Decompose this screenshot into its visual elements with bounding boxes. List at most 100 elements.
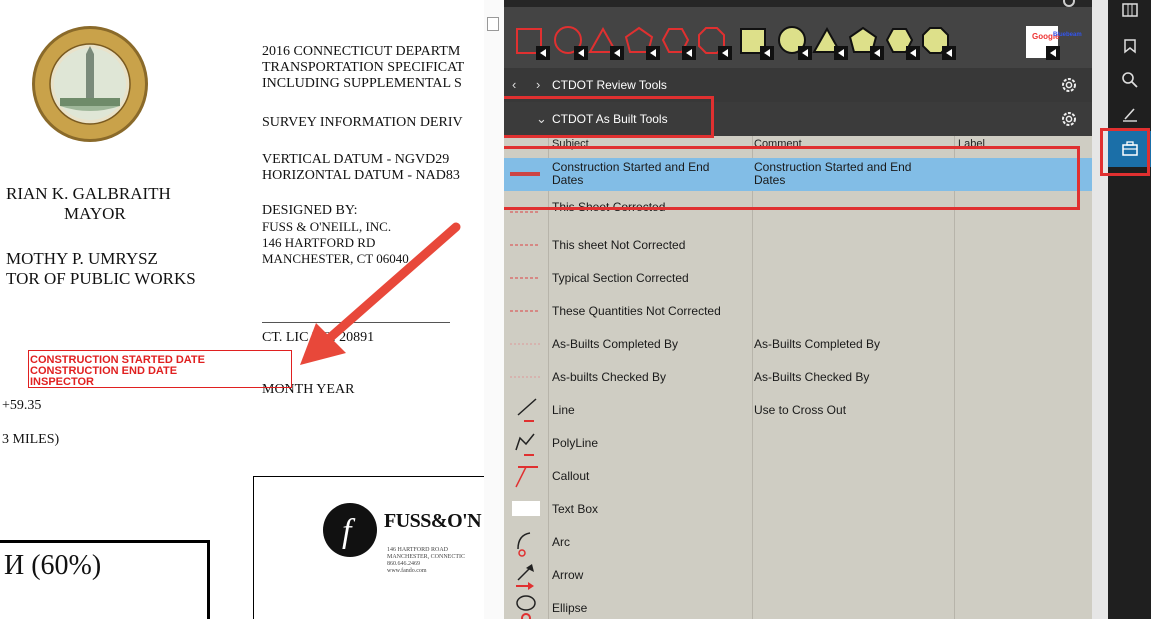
column-header-subject[interactable]: Subject [552,138,589,150]
bluebeam-label: Bluebeam [1053,32,1082,38]
table-row[interactable]: These Quantities Not Corrected [504,294,1092,327]
review-tools-label: CTDOT Review Tools [552,78,667,92]
triangle-stamp-icon[interactable] [588,24,624,60]
triangle-filled-stamp-dropdown[interactable] [834,46,848,60]
table-row[interactable]: As-Builts Completed By As-Builts Complet… [504,327,1092,360]
table-row[interactable]: Arc [504,525,1092,558]
column-header-label[interactable]: Label [958,138,985,150]
tool-chest-panel: Google Bluebeam ‹ › CTDOT Review Tools ⌄… [504,0,1092,619]
gear-icon[interactable] [1060,76,1078,94]
mayor-title: MAYOR [64,204,126,223]
faint-line-preview-icon [510,376,540,378]
octagon-stamp-dropdown[interactable] [718,46,732,60]
tools-table: Subject Comment Label Construction Start… [504,136,1092,619]
row-comment: As-Builts Completed By [754,337,881,351]
table-row[interactable]: As-builts Checked By As-Builts Checked B… [504,360,1092,393]
firm-phone: 860.646.2469 [387,561,420,567]
spec-line-2: TRANSPORTATION SPECIFICAT [262,60,465,75]
pentagon-filled-stamp-icon[interactable] [848,24,884,60]
hexagon-filled-stamp-icon[interactable] [884,24,920,60]
table-row[interactable]: This Sheet Corrected [504,195,1092,228]
hexagon-stamp-dropdown[interactable] [682,46,696,60]
sidebar-gutter [1092,0,1108,619]
firm-name: FUSS&O'N [384,510,482,532]
toolbox-icon[interactable] [1108,131,1151,167]
hexagon-stamp-icon[interactable] [660,24,696,60]
text-box-tool-icon [512,501,540,516]
octagon-stamp-icon[interactable] [696,24,732,60]
table-row[interactable]: PolyLine [504,426,1092,459]
row-subject: PolyLine [552,436,599,450]
percent-complete-text: И (60%) [4,550,102,581]
table-row[interactable]: Construction Started and End Dates Const… [504,158,1092,191]
pen-icon[interactable] [1108,96,1151,132]
octagon-filled-stamp-icon[interactable] [920,24,956,60]
dashed-line-preview-icon [510,244,540,246]
row-subject: Text Box [552,502,599,516]
table-row[interactable]: Typical Section Corrected [504,261,1092,294]
arc-tool-icon [517,532,531,557]
pentagon-stamp-icon[interactable] [624,24,660,60]
google-bluebeam-stamp-icon[interactable] [1024,24,1060,60]
triangle-stamp-dropdown[interactable] [610,46,624,60]
as-built-tools-label: CTDOT As Built Tools [552,112,668,126]
inspector-text: INSPECTOR [30,376,94,388]
rectangle-stamp-icon[interactable] [514,24,550,60]
table-row[interactable]: Arrow [504,558,1092,591]
link-stamp-dropdown[interactable] [1046,46,1060,60]
line-tool-icon [517,398,537,422]
firm-address-2: MANCHESTER, CONNECTIC [387,554,466,560]
table-row[interactable]: Callout [504,459,1092,492]
octagon-filled-stamp-dropdown[interactable] [942,46,956,60]
table-header: Subject Comment Label [504,136,1092,150]
firm-address-1: 146 HARTFORD ROAD [387,547,448,553]
city-seal-logo [32,26,148,142]
bookmark-icon[interactable] [1108,28,1151,64]
search-icon[interactable] [1108,62,1151,98]
circle-stamp-icon[interactable] [552,24,588,60]
circle-filled-stamp-icon[interactable] [776,24,812,60]
miles-text: 3 MILES) [2,432,60,447]
row-subject: This Sheet Corrected [552,200,666,214]
spec-line-3: INCLUDING SUPPLEMENTAL S [262,76,462,91]
chevron-left-icon[interactable]: ‹ [512,77,516,92]
pentagon-filled-stamp-dropdown[interactable] [870,46,884,60]
circle-filled-stamp-dropdown[interactable] [798,46,812,60]
right-sidebar [1100,0,1151,619]
as-built-tools-section[interactable]: ⌄ CTDOT As Built Tools [504,102,1092,136]
dashed-line-preview-icon [510,277,540,279]
table-row[interactable]: Ellipse [504,591,1092,619]
circle-stamp-dropdown[interactable] [574,46,588,60]
table-row[interactable]: This sheet Not Corrected [504,228,1092,261]
chevron-down-icon[interactable]: ⌄ [536,111,547,127]
review-tools-section[interactable]: ‹ › CTDOT Review Tools [504,68,1092,102]
rectangle-stamp-dropdown[interactable] [536,46,550,60]
rectangle-filled-stamp-dropdown[interactable] [760,46,774,60]
pentagon-stamp-dropdown[interactable] [646,46,660,60]
row-subject: Callout [552,469,590,483]
public-works-title: TOR OF PUBLIC WORKS [6,269,196,288]
triangle-filled-stamp-icon[interactable] [812,24,848,60]
hexagon-filled-stamp-dropdown[interactable] [906,46,920,60]
ellipse-tool-icon [516,595,536,619]
row-subject: Ellipse [552,601,588,615]
faint-line-preview-icon [510,343,540,345]
callout-tool-icon [515,466,538,488]
row-subject: Arc [552,535,570,549]
firm-website: www.fando.com [387,568,427,574]
chevron-right-icon[interactable]: › [536,77,540,92]
panel-collapse-toggle[interactable] [487,17,499,31]
arrow-tool-icon [516,564,534,590]
table-row[interactable]: Line Use to Cross Out [504,393,1092,426]
settings-icon[interactable] [1062,0,1076,8]
thumbnails-icon[interactable] [1108,0,1151,28]
row-subject: These Quantities Not Corrected [552,304,721,318]
gear-icon[interactable] [1060,110,1078,128]
table-row[interactable]: Text Box [504,492,1092,525]
drawing-sheet: 2016 CONNECTICUT DEPARTM TRANSPORTATION … [0,0,500,619]
row-subject: Arrow [552,568,584,582]
polyline-tool-icon [515,433,535,456]
column-header-comment[interactable]: Comment [754,138,802,150]
row-subject: As-builts Checked By [552,370,667,384]
rectangle-filled-stamp-icon[interactable] [738,24,774,60]
